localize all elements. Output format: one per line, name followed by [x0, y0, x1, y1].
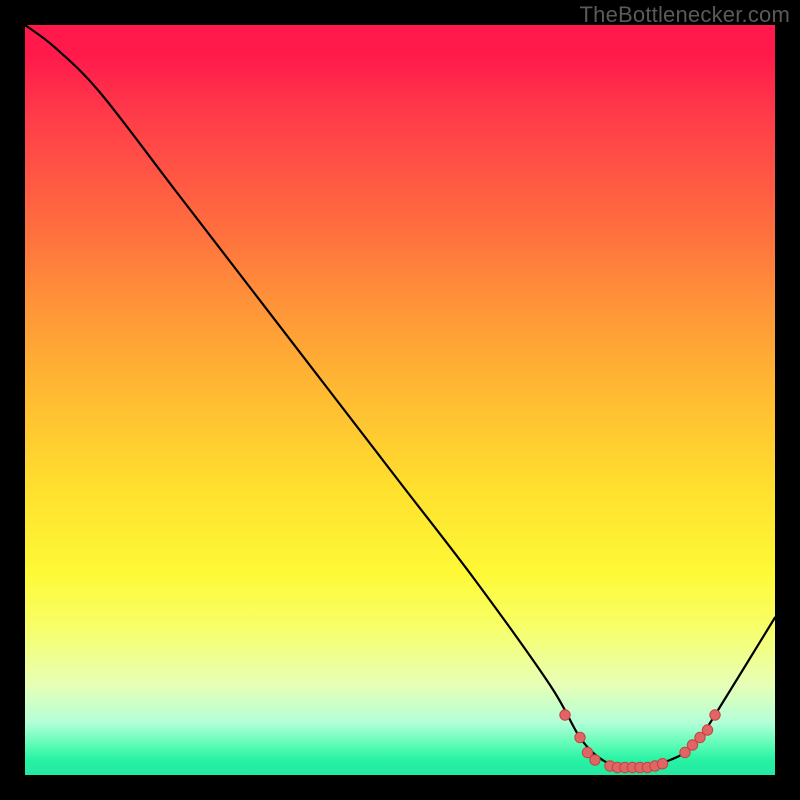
data-marker — [710, 710, 720, 720]
data-marker — [590, 755, 600, 765]
line-curve — [25, 25, 775, 768]
watermark-text: TheBottlenecker.com — [580, 2, 790, 28]
markers-group — [560, 710, 720, 773]
data-marker — [702, 725, 712, 735]
data-marker — [575, 732, 585, 742]
chart-svg — [25, 25, 775, 775]
data-marker — [657, 759, 667, 769]
chart-frame: TheBottlenecker.com — [0, 0, 800, 800]
plot-area — [25, 25, 775, 775]
data-marker — [560, 710, 570, 720]
